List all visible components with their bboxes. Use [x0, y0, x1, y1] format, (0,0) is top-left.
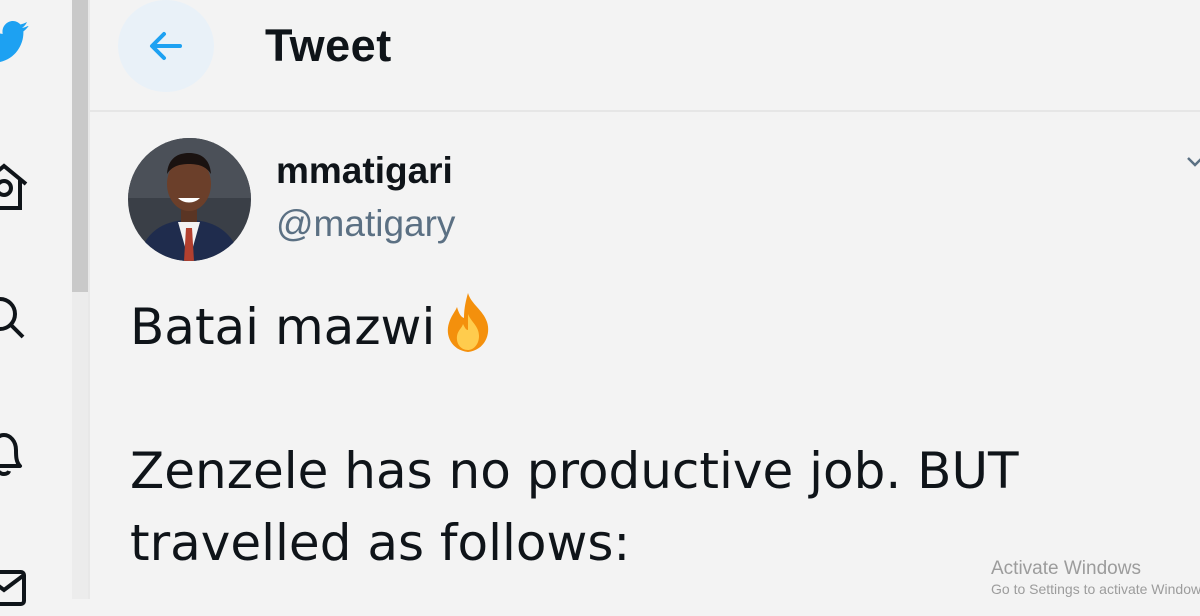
watermark-title: Activate Windows	[991, 558, 1141, 579]
scroll-thumb[interactable]	[72, 0, 88, 292]
bell-icon[interactable]	[0, 426, 32, 482]
tweet-line-text: Batai mazwi	[130, 298, 436, 356]
arrow-left-icon	[150, 32, 182, 60]
header: Tweet	[90, 0, 1200, 112]
left-nav	[0, 0, 72, 606]
user-handle[interactable]: @matigary	[276, 203, 455, 245]
tweet-line	[130, 363, 1130, 435]
back-button[interactable]	[118, 0, 214, 92]
chevron-down-icon[interactable]	[1184, 150, 1200, 172]
home-icon[interactable]	[0, 158, 32, 214]
header-divider	[90, 110, 1200, 112]
main-column: Tweet mmatigari @matigary Batai mazwi Ze…	[90, 0, 1200, 599]
tweet-line: travelled as follows:	[130, 514, 631, 572]
avatar[interactable]	[128, 138, 251, 261]
search-icon[interactable]	[0, 290, 32, 346]
watermark-subtitle: Go to Settings to activate Windows.	[991, 581, 1200, 597]
activate-windows-watermark: Activate Windows Go to Settings to activ…	[991, 558, 1200, 598]
twitter-bird-icon[interactable]	[0, 14, 32, 70]
tweet-line: Zenzele has no productive job. BUT	[130, 442, 1019, 500]
tweet-text: Batai mazwi Zenzele has no productive jo…	[130, 290, 1130, 579]
mail-icon[interactable]	[0, 560, 32, 616]
display-name[interactable]: mmatigari	[276, 150, 453, 192]
fire-icon	[435, 290, 501, 356]
scrollbar[interactable]	[72, 0, 88, 599]
page-title: Tweet	[265, 20, 392, 71]
tweet-line: Batai mazwi	[130, 290, 1130, 363]
